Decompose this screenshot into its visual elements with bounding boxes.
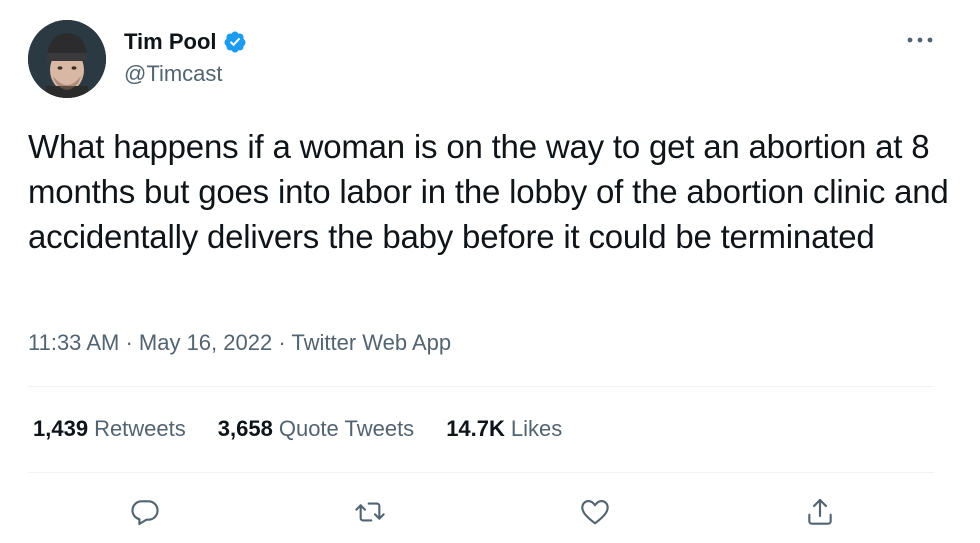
tweet-date[interactable]: May 16, 2022 — [139, 330, 272, 355]
tweet-time[interactable]: 11:33 AM — [28, 330, 119, 355]
tweet-stats: 1,439 Retweets 3,658 Quote Tweets 14.7K … — [33, 414, 562, 444]
likes-stat[interactable]: 14.7K Likes — [446, 414, 562, 444]
heart-icon — [581, 500, 609, 525]
likes-label: Likes — [510, 416, 563, 441]
meta-separator: · — [119, 330, 139, 355]
more-horizontal-icon — [907, 37, 933, 43]
quote-tweets-stat[interactable]: 3,658 Quote Tweets — [218, 414, 414, 444]
tweet-actions — [0, 492, 980, 532]
reply-button[interactable] — [125, 492, 165, 532]
verified-badge-icon — [223, 31, 245, 53]
retweets-stat[interactable]: 1,439 Retweets — [33, 414, 186, 444]
tweet-source[interactable]: Twitter Web App — [291, 330, 451, 355]
quote-tweets-count: 3,658 — [217, 416, 273, 441]
like-button[interactable] — [575, 492, 615, 532]
divider — [28, 386, 934, 387]
tweet-text: What happens if a woman is on the way to… — [28, 128, 949, 255]
avatar-image — [28, 20, 106, 98]
retweets-count: 1,439 — [33, 416, 89, 441]
more-options-button[interactable] — [900, 28, 940, 52]
author-name-row: Tim Pool — [124, 28, 247, 56]
meta-separator: · — [272, 330, 292, 355]
retweet-button[interactable] — [350, 492, 390, 532]
author-display-name[interactable]: Tim Pool — [124, 28, 217, 56]
retweet-icon — [355, 502, 385, 522]
tweet-meta: 11:33 AM · May 16, 2022 · Twitter Web Ap… — [28, 328, 451, 358]
avatar[interactable] — [28, 20, 106, 98]
quote-tweets-label: Quote Tweets — [278, 416, 415, 441]
divider — [28, 472, 934, 473]
share-button[interactable] — [800, 492, 840, 532]
author-handle[interactable]: @Timcast — [124, 60, 223, 88]
retweets-label: Retweets — [94, 416, 186, 441]
likes-count: 14.7K — [446, 416, 505, 441]
reply-icon — [131, 500, 159, 526]
share-icon — [808, 498, 832, 525]
tweet-card: Tim Pool @Timcast What happens if a woma… — [0, 0, 980, 543]
